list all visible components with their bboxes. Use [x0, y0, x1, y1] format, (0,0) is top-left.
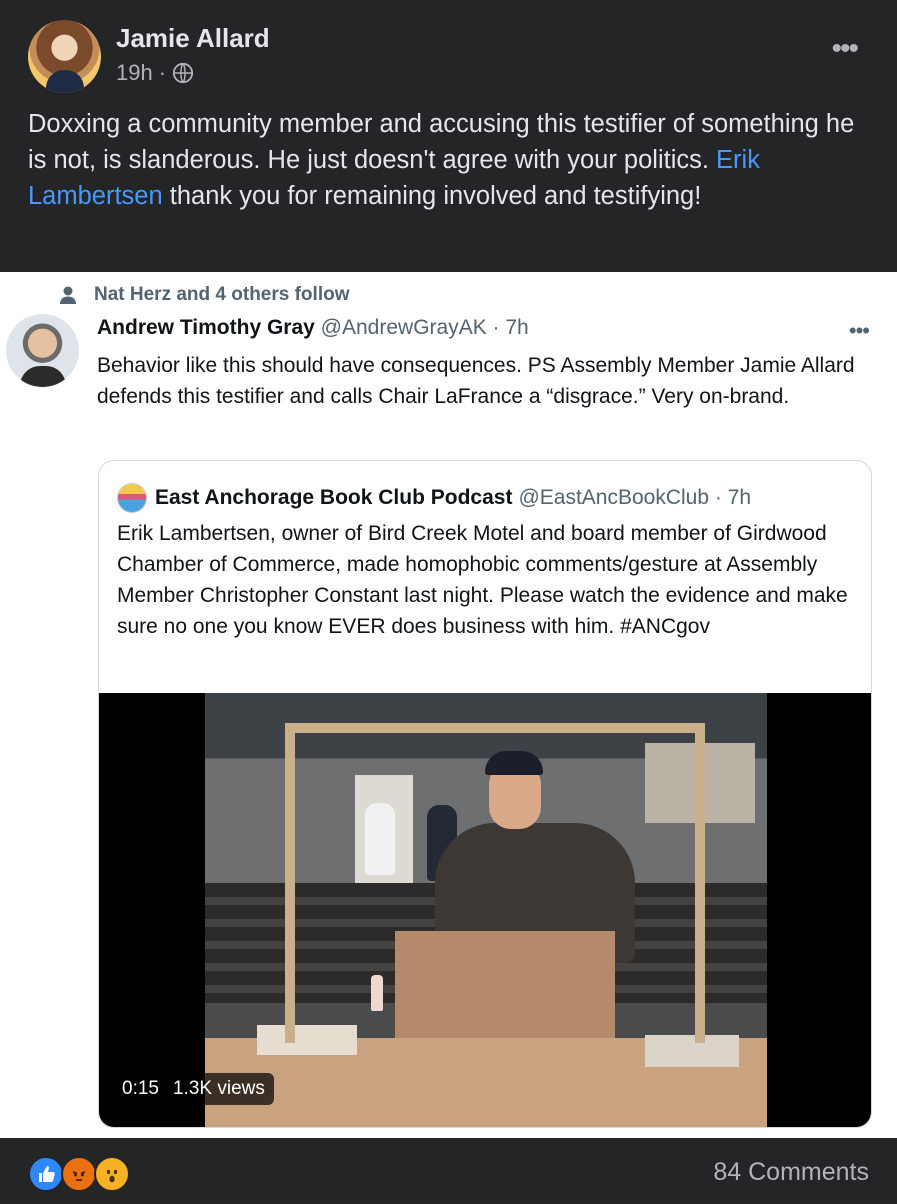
- globe-icon[interactable]: [172, 62, 194, 84]
- tweet-author-handle: @AndrewGrayAK · 7h: [320, 316, 529, 339]
- quoted-author-name: East Anchorage Book Club Podcast: [155, 486, 513, 509]
- more-icon[interactable]: •••: [831, 34, 858, 64]
- tweet-header: Andrew Timothy Gray @AndrewGrayAK · 7h: [97, 316, 529, 340]
- reaction-summary[interactable]: [28, 1156, 138, 1192]
- meta-separator: ·: [158, 60, 167, 85]
- quoted-author-handle: @EastAncBookClub · 7h: [518, 486, 752, 509]
- podcast-logo-icon: [117, 483, 147, 513]
- quoted-tweet: East Anchorage Book Club Podcast @EastAn…: [98, 460, 872, 1128]
- social-context: Nat Herz and 4 others follow: [58, 284, 349, 306]
- quoted-tweet-header: East Anchorage Book Club Podcast @EastAn…: [117, 483, 751, 513]
- social-context-text: Nat Herz and 4 others follow: [94, 284, 350, 305]
- post-meta: 19h ·: [116, 60, 194, 86]
- post-time[interactable]: 19h: [116, 60, 153, 86]
- angry-icon: [61, 1156, 97, 1192]
- like-icon: [28, 1156, 64, 1192]
- comments-count[interactable]: 84 Comments: [713, 1158, 869, 1187]
- person-icon: [60, 286, 76, 304]
- tweet-more-icon: •••: [848, 318, 870, 343]
- tweet-author-avatar: [6, 314, 79, 387]
- tweet-author-name: Andrew Timothy Gray: [97, 316, 315, 339]
- post-header: Jamie Allard 19h · ••• Doxxing a communi…: [0, 0, 897, 272]
- video-views: 1.3K views: [172, 1078, 265, 1099]
- post-text: Doxxing a community member and accusing …: [28, 106, 878, 214]
- author-avatar[interactable]: [28, 20, 101, 93]
- shared-tweet-image[interactable]: Nat Herz and 4 others follow Andrew Timo…: [0, 272, 897, 1138]
- video-scene: [205, 693, 767, 1127]
- video-thumbnail: 0:15 1.3K views: [99, 693, 871, 1127]
- author-name[interactable]: Jamie Allard: [116, 23, 270, 54]
- post-footer: 84 Comments: [0, 1138, 897, 1204]
- video-duration: 0:15: [122, 1078, 159, 1099]
- tweet-text: Behavior like this should have consequen…: [97, 354, 855, 408]
- post-text-after: thank you for remaining involved and tes…: [162, 182, 702, 210]
- video-stats-badge: 0:15 1.3K views: [113, 1073, 274, 1105]
- quoted-tweet-text: Erik Lambertsen, owner of Bird Creek Mot…: [117, 522, 848, 638]
- wow-icon: [94, 1156, 130, 1192]
